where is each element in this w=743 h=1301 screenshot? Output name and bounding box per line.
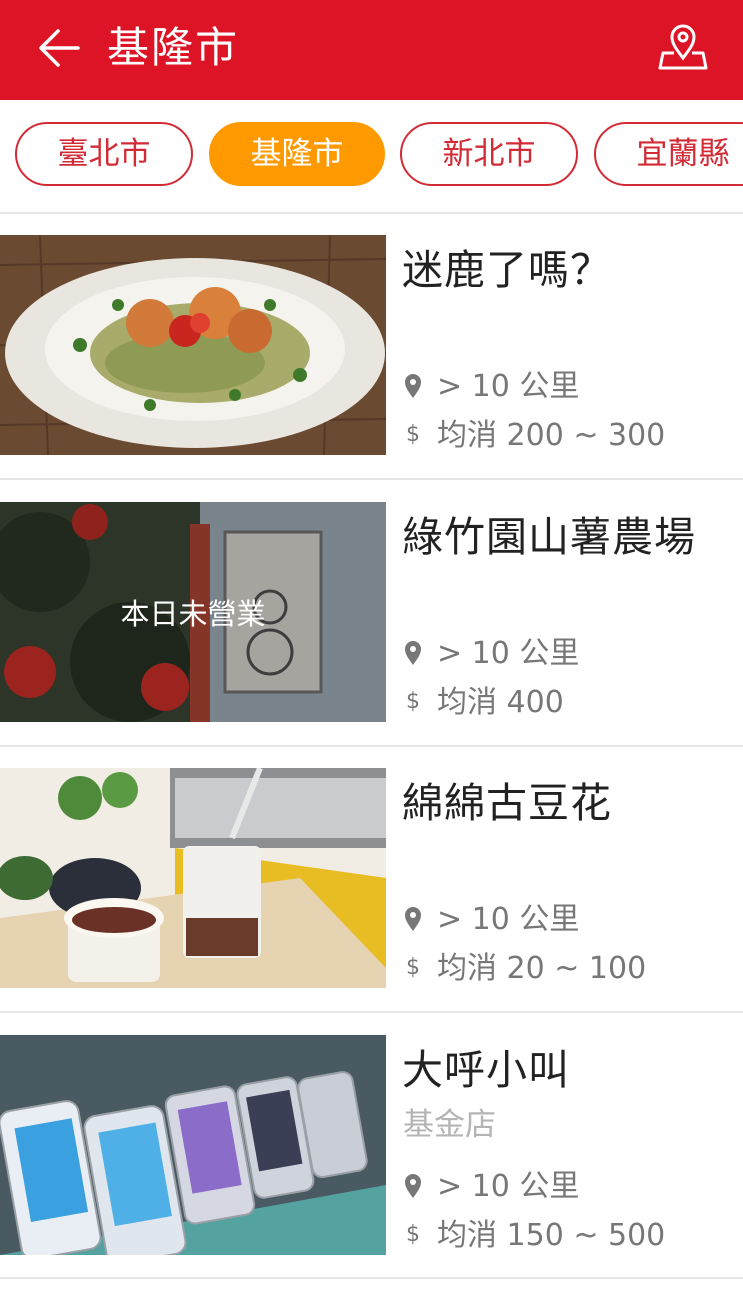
divider <box>0 478 743 480</box>
price-text: 均消 200 ~ 300 <box>437 418 666 453</box>
dollar-icon: $ <box>406 1222 420 1247</box>
dollar-icon: $ <box>406 955 420 980</box>
location-pin-icon <box>405 374 421 398</box>
tab-yilan[interactable]: 宜蘭縣 <box>594 122 743 186</box>
distance-text: > 10 公里 <box>437 902 580 937</box>
shop-name: 迷鹿了嗎？ <box>402 246 612 294</box>
city-tabs: 臺北市 基隆市 新北市 宜蘭縣 <box>0 100 743 212</box>
shop-name: 綠竹園山薯農場 <box>402 513 696 561</box>
location-pin-icon <box>405 641 421 665</box>
shop-card[interactable]: 迷鹿了嗎？ > 10 公里 $ 均消 200 ~ 300 <box>0 235 743 501</box>
shop-distance: > 10 公里 <box>403 634 579 674</box>
shop-price: $ 均消 400 <box>403 682 564 723</box>
shop-name: 大呼小叫 <box>402 1046 570 1094</box>
distance-text: > 10 公里 <box>437 1169 580 1204</box>
price-text: 均消 20 ~ 100 <box>437 951 647 986</box>
shop-price: $ 均消 20 ~ 100 <box>403 948 646 989</box>
divider <box>0 212 743 214</box>
tab-keelung[interactable]: 基隆市 <box>209 122 385 186</box>
divider <box>0 1011 743 1013</box>
shop-name: 綿綿古豆花 <box>402 779 612 827</box>
distance-text: > 10 公里 <box>437 369 580 404</box>
divider <box>0 745 743 747</box>
closed-overlay: 本日未營業 <box>0 502 386 722</box>
dollar-icon: $ <box>406 689 420 714</box>
back-arrow-icon <box>39 29 80 67</box>
price-text: 均消 400 <box>437 685 564 720</box>
shop-branch: 基金店 <box>403 1107 496 1143</box>
tab-new-taipei[interactable]: 新北市 <box>400 122 578 186</box>
shop-price: $ 均消 150 ~ 500 <box>403 1215 665 1256</box>
page-title: 基隆市 <box>107 23 240 72</box>
shop-price: $ 均消 200 ~ 300 <box>403 415 665 456</box>
back-button[interactable] <box>36 24 86 72</box>
shop-photo: 本日未營業 <box>0 502 386 722</box>
map-pin-icon <box>658 24 708 70</box>
shop-photo <box>0 768 386 988</box>
shop-photo <box>0 1035 386 1255</box>
shop-distance: > 10 公里 <box>403 900 579 940</box>
tab-taipei[interactable]: 臺北市 <box>15 122 193 186</box>
shop-card[interactable]: 綿綿古豆花 > 10 公里 $ 均消 20 ~ 100 <box>0 768 743 1034</box>
shop-card[interactable]: 大呼小叫 基金店 > 10 公里 $ 均消 150 ~ 500 <box>0 1035 743 1301</box>
location-pin-icon <box>405 907 421 931</box>
location-pin-icon <box>405 1174 421 1198</box>
price-text: 均消 150 ~ 500 <box>437 1218 666 1253</box>
shop-card[interactable]: 本日未營業 綠竹園山薯農場 > 10 公里 $ 均消 400 <box>0 502 743 768</box>
distance-text: > 10 公里 <box>437 636 580 671</box>
shop-distance: > 10 公里 <box>403 1167 579 1207</box>
divider <box>0 1277 743 1279</box>
map-button[interactable] <box>657 20 709 72</box>
closed-label: 本日未營業 <box>120 597 266 631</box>
shop-photo <box>0 235 386 455</box>
shop-distance: > 10 公里 <box>403 367 579 407</box>
dollar-icon: $ <box>406 422 420 447</box>
app-header: 基隆市 <box>0 0 743 100</box>
